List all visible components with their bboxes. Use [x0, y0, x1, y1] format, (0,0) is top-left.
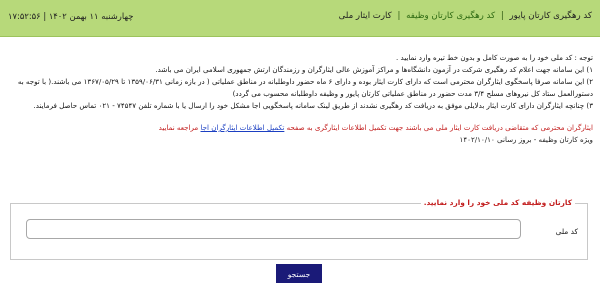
red-notice-text: ایثارگران محترمی که متقاضی دریافت کارت ا…	[286, 123, 593, 132]
update-line: ویژه کارتان وظیفه - بروز رسانی ۱۴۰۲/۱۰/۱…	[459, 135, 593, 144]
notice-item-3: ۳) چنانچه ایثارگران دارای کارت ایثار بدل…	[33, 101, 593, 110]
current-time: ۱۷:۵۲:۵۶	[8, 11, 41, 21]
breadcrumb: کد رهگیری کارتان پایور | کد رهگیری کارتا…	[339, 11, 592, 21]
datetime: چهارشنبه ۱۱ بهمن ۱۴۰۲ | ۱۷:۵۲:۵۶	[8, 11, 133, 21]
notice-intro: توجه : کد ملی خود را به صورت کامل و بدون…	[395, 53, 593, 62]
datetime-separator: |	[43, 11, 47, 21]
breadcrumb-active-isar-card[interactable]: کارت ایثار ملی	[339, 11, 392, 21]
current-date: چهارشنبه ۱۱ بهمن ۱۴۰۲	[48, 11, 134, 21]
national-code-label: کد ملی	[555, 227, 578, 236]
form-legend: کارتان وظیفه کد ملی خود را وارد نمایید.	[420, 198, 575, 207]
top-bar: کد رهگیری کارتان پایور | کد رهگیری کارتا…	[0, 0, 600, 37]
complete-info-link[interactable]: تکمیل اطلاعات ایثارگران اجا	[201, 123, 285, 132]
search-button[interactable]: جستجو	[276, 264, 322, 283]
red-notice-suffix: مراجعه نمایید	[158, 123, 199, 132]
notice-item-2: ۲) این سامانه صرفا پاسخگوی ایثارگران محت…	[17, 77, 593, 98]
red-notice: ایثارگران محترمی که متقاضی دریافت کارت ا…	[9, 122, 593, 134]
national-code-input[interactable]	[26, 219, 521, 239]
search-form-panel: کارتان وظیفه کد ملی خود را وارد نمایید. …	[10, 198, 588, 260]
breadcrumb-link-tracking[interactable]: کد رهگیری کارتان وظیفه	[406, 11, 495, 21]
breadcrumb-separator: |	[397, 11, 401, 21]
notice-section: توجه : کد ملی خود را به صورت کامل و بدون…	[9, 52, 593, 146]
breadcrumb-separator: |	[500, 11, 504, 21]
page-title: کد رهگیری کارتان پایور	[509, 11, 592, 21]
notice-item-1: ۱) این سامانه جهت اعلام کد رهگیری شرکت د…	[155, 65, 593, 74]
